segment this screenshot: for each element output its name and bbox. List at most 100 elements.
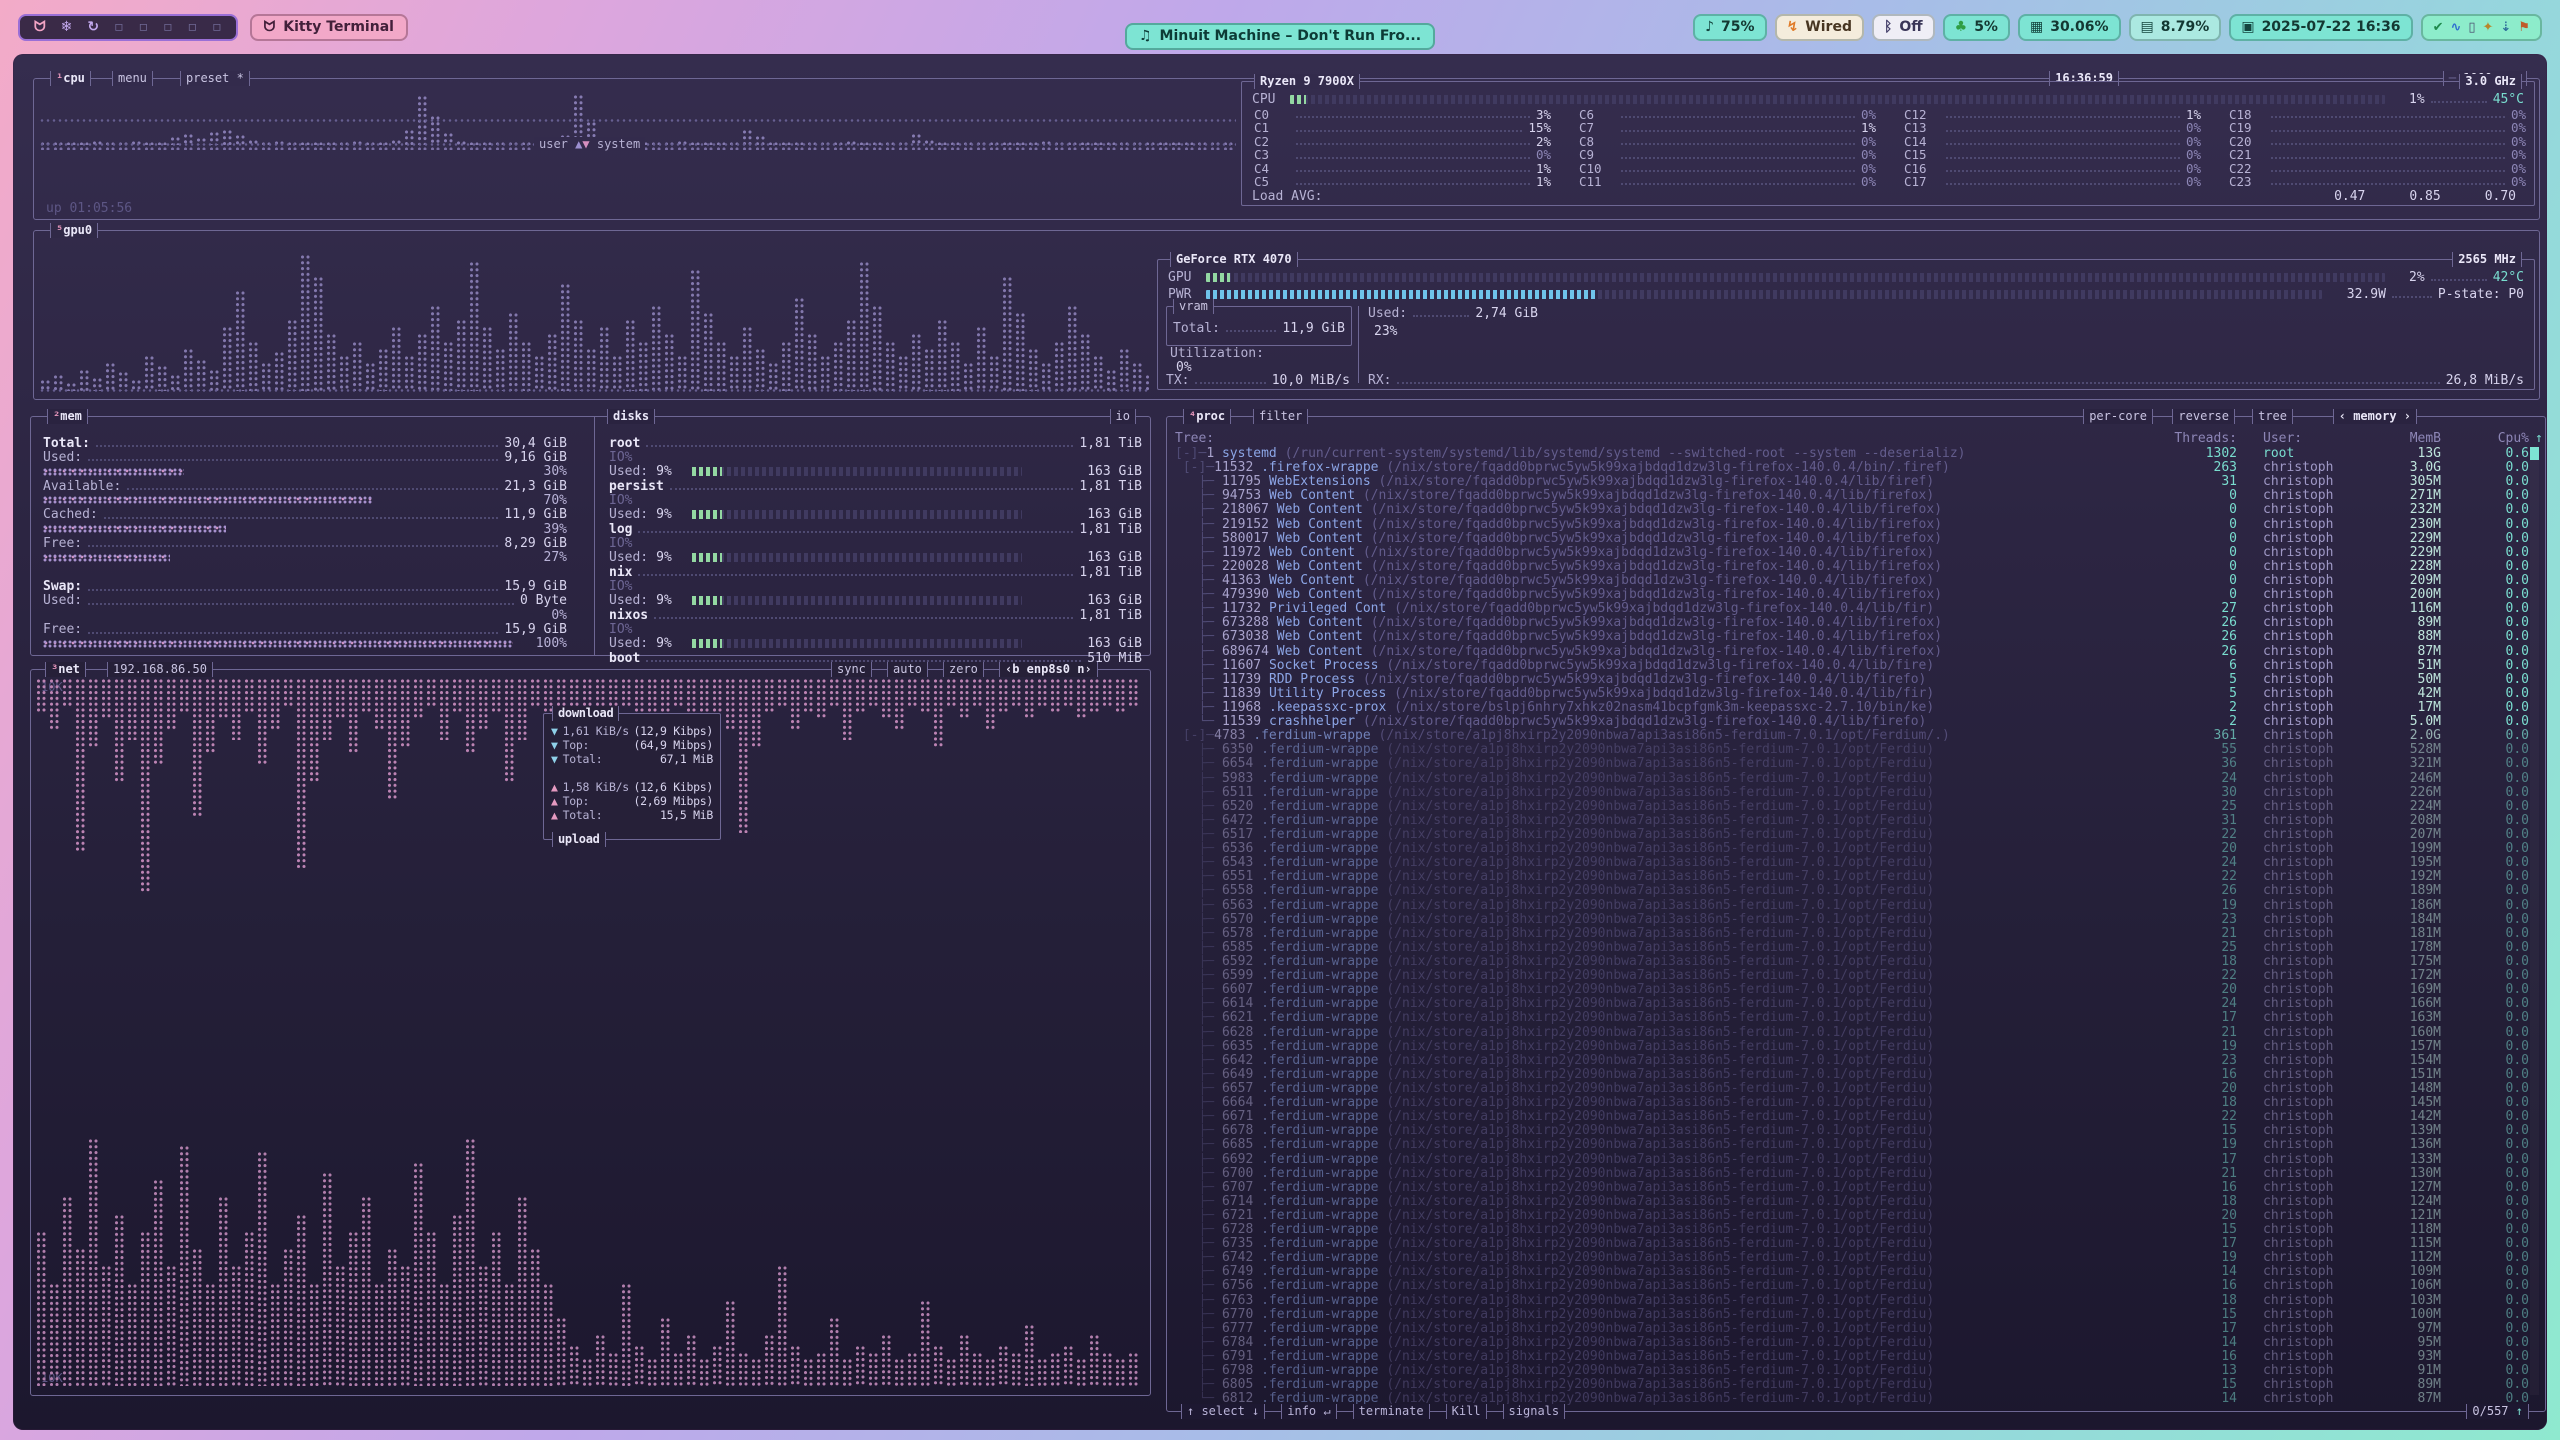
process-row[interactable]: ├─ 219152 Web Content (/nix/store/fqadd0… (1175, 518, 2519, 532)
process-row[interactable]: ├─ 6635 .ferdium-wrappe (/nix/store/a1pj… (1175, 1040, 2519, 1054)
proc-panel-title[interactable]: ⁴proc (1183, 409, 1231, 424)
mem-panel-title[interactable]: ²mem (47, 409, 88, 424)
process-row[interactable]: ├─ 6472 .ferdium-wrappe (/nix/store/a1pj… (1175, 814, 2519, 828)
module-cpu-load[interactable]: ♣5% (1943, 14, 2010, 41)
process-row[interactable]: ├─ 6798 .ferdium-wrappe (/nix/store/a1pj… (1175, 1364, 2519, 1378)
nix-snowflake-icon[interactable]: ❄ (61, 20, 73, 34)
proc-action-select[interactable]: ↑ select ↓ (1181, 1404, 1265, 1419)
process-row[interactable]: ├─ 11795 WebExtensions (/nix/store/fqadd… (1175, 475, 2519, 489)
process-row[interactable]: ├─ 6536 .ferdium-wrappe (/nix/store/a1pj… (1175, 842, 2519, 856)
process-row[interactable]: ├─ 6735 .ferdium-wrappe (/nix/store/a1pj… (1175, 1237, 2519, 1251)
process-row[interactable]: ├─ 6777 .ferdium-wrappe (/nix/store/a1pj… (1175, 1322, 2519, 1336)
process-row[interactable]: ├─ 6570 .ferdium-wrappe (/nix/store/a1pj… (1175, 913, 2519, 927)
gpu-panel-title[interactable]: ⁵gpu0 (50, 223, 98, 238)
process-row[interactable]: ├─ 6664 .ferdium-wrappe (/nix/store/a1pj… (1175, 1096, 2519, 1110)
module-bluetooth[interactable]: ᛒOff (1872, 14, 1935, 41)
process-row[interactable]: ├─ 6607 .ferdium-wrappe (/nix/store/a1pj… (1175, 983, 2519, 997)
media-player[interactable]: ♫ Minuit Machine – Don't Run Fro... (1125, 23, 1435, 50)
process-row[interactable]: ├─ 6543 .ferdium-wrappe (/nix/store/a1pj… (1175, 856, 2519, 870)
process-row[interactable]: ├─ 6707 .ferdium-wrappe (/nix/store/a1pj… (1175, 1181, 2519, 1195)
process-row[interactable]: ├─ 6685 .ferdium-wrappe (/nix/store/a1pj… (1175, 1138, 2519, 1152)
workspace-square-icon[interactable]: ▫ (163, 20, 173, 34)
process-row[interactable]: ├─ 6742 .ferdium-wrappe (/nix/store/a1pj… (1175, 1251, 2519, 1265)
process-row[interactable]: ├─ 6517 .ferdium-wrappe (/nix/store/a1pj… (1175, 828, 2519, 842)
net-sync-toggle[interactable]: sync (831, 662, 872, 677)
process-row[interactable]: ├─ 6657 .ferdium-wrappe (/nix/store/a1pj… (1175, 1082, 2519, 1096)
proc-action-kill[interactable]: Kill (1446, 1404, 1487, 1419)
proc-tree-toggle[interactable]: tree (2252, 409, 2293, 424)
workspace-square-icon[interactable]: ▫ (188, 20, 198, 34)
process-row[interactable]: ├─ 6621 .ferdium-wrappe (/nix/store/a1pj… (1175, 1011, 2519, 1025)
bell-icon[interactable]: ⚑ (2518, 21, 2530, 34)
process-row[interactable]: ├─ 6551 .ferdium-wrappe (/nix/store/a1pj… (1175, 870, 2519, 884)
process-row[interactable]: [-]─11532 .firefox-wrappe (/nix/store/fq… (1175, 461, 2519, 475)
workspace-square-icon[interactable]: ▫ (212, 20, 222, 34)
process-row[interactable]: ├─ 6592 .ferdium-wrappe (/nix/store/a1pj… (1175, 955, 2519, 969)
process-row[interactable]: ├─ 11607 Socket Process (/nix/store/fqad… (1175, 659, 2519, 673)
proc-percore-toggle[interactable]: per-core (2083, 409, 2153, 424)
process-row[interactable]: ├─ 673288 Web Content (/nix/store/fqadd0… (1175, 616, 2519, 630)
process-row[interactable]: ├─ 6714 .ferdium-wrappe (/nix/store/a1pj… (1175, 1195, 2519, 1209)
proc-action-info[interactable]: info ↵ (1281, 1404, 1336, 1419)
process-row[interactable]: ├─ 6578 .ferdium-wrappe (/nix/store/a1pj… (1175, 927, 2519, 941)
process-row[interactable]: ├─ 6692 .ferdium-wrappe (/nix/store/a1pj… (1175, 1153, 2519, 1167)
module-disk[interactable]: ▤8.79% (2129, 14, 2222, 41)
process-row[interactable]: ├─ 6563 .ferdium-wrappe (/nix/store/a1pj… (1175, 899, 2519, 913)
process-row[interactable]: ├─ 6649 .ferdium-wrappe (/nix/store/a1pj… (1175, 1068, 2519, 1082)
process-row[interactable]: ├─ 41363 Web Content (/nix/store/fqadd0b… (1175, 574, 2519, 588)
process-row[interactable]: ├─ 6585 .ferdium-wrappe (/nix/store/a1pj… (1175, 941, 2519, 955)
window-title-kitty[interactable]: ᗢ Kitty Terminal (250, 14, 408, 41)
process-row[interactable]: ├─ 6721 .ferdium-wrappe (/nix/store/a1pj… (1175, 1209, 2519, 1223)
refresh-icon[interactable]: ↻ (87, 20, 99, 34)
process-row[interactable]: ├─ 6770 .ferdium-wrappe (/nix/store/a1pj… (1175, 1308, 2519, 1322)
process-row[interactable]: ├─ 11968 .keepassxc-prox (/nix/store/bsl… (1175, 701, 2519, 715)
process-row[interactable]: ├─ 6511 .ferdium-wrappe (/nix/store/a1pj… (1175, 786, 2519, 800)
process-row[interactable]: ├─ 6784 .ferdium-wrappe (/nix/store/a1pj… (1175, 1336, 2519, 1350)
proc-action-terminate[interactable]: terminate (1353, 1404, 1430, 1419)
preset-button[interactable]: preset * (180, 71, 250, 86)
cpu-panel-title[interactable]: ¹cpu (50, 71, 91, 86)
process-row[interactable]: ├─ 6791 .ferdium-wrappe (/nix/store/a1pj… (1175, 1350, 2519, 1364)
net-zero-toggle[interactable]: zero (943, 662, 984, 677)
process-row[interactable]: ├─ 6558 .ferdium-wrappe (/nix/store/a1pj… (1175, 884, 2519, 898)
module-network-wired[interactable]: ↯Wired (1775, 14, 1864, 41)
proc-filter-button[interactable]: filter (1253, 409, 1308, 424)
process-row[interactable]: ├─ 6700 .ferdium-wrappe (/nix/store/a1pj… (1175, 1167, 2519, 1181)
process-row[interactable]: ├─ 6671 .ferdium-wrappe (/nix/store/a1pj… (1175, 1110, 2519, 1124)
key-icon[interactable]: ✦ (2483, 21, 2494, 34)
process-row[interactable]: ├─ 11739 RDD Process (/nix/store/fqadd0b… (1175, 673, 2519, 687)
process-row[interactable]: ├─ 6749 .ferdium-wrappe (/nix/store/a1pj… (1175, 1265, 2519, 1279)
disks-io-toggle[interactable]: io (1110, 409, 1136, 424)
process-row[interactable]: [-]─1 systemd (/run/current-system/syste… (1175, 447, 2519, 461)
proc-scrollbar-track[interactable] (2530, 447, 2539, 1395)
module-volume[interactable]: ♪75% (1693, 14, 1766, 41)
process-row[interactable]: ├─ 673038 Web Content (/nix/store/fqadd0… (1175, 630, 2519, 644)
menu-button[interactable]: menu (112, 71, 153, 86)
process-row[interactable]: ├─ 6763 .ferdium-wrappe (/nix/store/a1pj… (1175, 1294, 2519, 1308)
process-row[interactable]: ├─ 94753 Web Content (/nix/store/fqadd0b… (1175, 489, 2519, 503)
proc-sort-selector[interactable]: ‹ memory › (2333, 409, 2417, 424)
process-row[interactable]: ├─ 689674 Web Content (/nix/store/fqadd0… (1175, 645, 2519, 659)
process-row[interactable]: ├─ 220028 Web Content (/nix/store/fqadd0… (1175, 560, 2519, 574)
workspace-square-icon[interactable]: ▫ (114, 20, 124, 34)
process-row[interactable]: ├─ 6614 .ferdium-wrappe (/nix/store/a1pj… (1175, 997, 2519, 1011)
process-row[interactable]: ├─ 6654 .ferdium-wrappe (/nix/store/a1pj… (1175, 757, 2519, 771)
process-row[interactable]: ├─ 5983 .ferdium-wrappe (/nix/store/a1pj… (1175, 772, 2519, 786)
process-row[interactable]: ├─ 6628 .ferdium-wrappe (/nix/store/a1pj… (1175, 1026, 2519, 1040)
process-row[interactable]: ├─ 6350 .ferdium-wrappe (/nix/store/a1pj… (1175, 743, 2519, 757)
proc-scrollbar-thumb[interactable] (2530, 447, 2539, 460)
process-row[interactable]: ├─ 6678 .ferdium-wrappe (/nix/store/a1pj… (1175, 1124, 2519, 1138)
process-row[interactable]: ├─ 479390 Web Content (/nix/store/fqadd0… (1175, 588, 2519, 602)
workspace-square-icon[interactable]: ▫ (139, 20, 149, 34)
disks-panel-title[interactable]: disks (607, 409, 655, 424)
process-row[interactable]: ├─ 6642 .ferdium-wrappe (/nix/store/a1pj… (1175, 1054, 2519, 1068)
cat-icon[interactable]: ᗢ (34, 20, 46, 34)
process-row[interactable]: ├─ 11839 Utility Process (/nix/store/fqa… (1175, 687, 2519, 701)
process-row[interactable]: [-]─4783 .ferdium-wrappe (/nix/store/a1p… (1175, 729, 2519, 743)
process-row[interactable]: ├─ 580017 Web Content (/nix/store/fqadd0… (1175, 532, 2519, 546)
process-row[interactable]: ├─ 11972 Web Content (/nix/store/fqadd0b… (1175, 546, 2519, 560)
process-row[interactable]: └─ 11539 crashhelper (/nix/store/fqadd0b… (1175, 715, 2519, 729)
scroll-up-arrow[interactable]: ↑ (2535, 431, 2543, 446)
check-icon[interactable]: ✔ (2433, 21, 2444, 34)
process-row[interactable]: ├─ 6756 .ferdium-wrappe (/nix/store/a1pj… (1175, 1279, 2519, 1293)
